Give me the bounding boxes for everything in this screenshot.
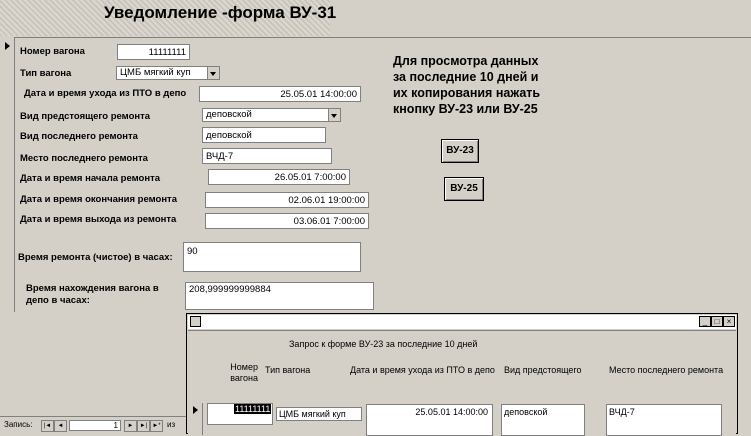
row-wagon-number[interactable]: 11111111 [207, 403, 273, 425]
repair-start-field[interactable]: 26.05.01 7:00:00 [208, 169, 350, 185]
prev-record-button[interactable]: ◄ [54, 420, 67, 432]
depot-time-field[interactable]: 208,999999999884 [185, 282, 374, 310]
note-line: за последние 10 дней и [393, 70, 539, 84]
query-subwindow: _ □ × Запрос к форме ВУ-23 за последние … [186, 313, 738, 436]
maximize-icon[interactable]: □ [711, 316, 723, 327]
col-header-departure: Дата и время ухода из ПТО в депо [350, 365, 495, 375]
col-header-wagon-number: Номер вагона [230, 362, 258, 383]
chevron-down-icon[interactable] [207, 67, 219, 79]
table-icon [190, 316, 201, 327]
next-record-button[interactable]: ► [124, 420, 137, 432]
page-title: Уведомление -форма ВУ-31 [104, 3, 337, 22]
label-depot-time: Время нахождения вагона в депо в часах: [26, 283, 159, 306]
record-navigator: Запись: |◄ ◄ 1 ► ►| ►* из [0, 416, 190, 435]
col-header-upcoming-repair: Вид предстоящего р [504, 365, 584, 375]
label-last-repair-place: Место последнего ремонта [20, 153, 148, 164]
note-line: их копирования нажать [393, 86, 541, 100]
record-selector[interactable] [0, 37, 15, 312]
label-last-repair-type: Вид последнего ремонта [20, 131, 138, 142]
label-repair-end: Дата и время окончания ремонта [20, 194, 177, 205]
wagon-number-field[interactable]: 11111111 [117, 44, 190, 60]
upcoming-repair-combo[interactable]: деповской [202, 108, 341, 122]
instruction-note: Для просмотра данных за последние 10 дне… [393, 53, 563, 117]
subwindow-body: Запрос к форме ВУ-23 за последние 10 дне… [188, 330, 736, 436]
label-net-repair-time: Время ремонта (чистое) в часах: [18, 252, 173, 263]
departure-pto-field[interactable]: 25.05.01 14:00:00 [199, 86, 361, 102]
note-line: кнопку ВУ-23 или ВУ-25 [393, 102, 538, 116]
close-icon[interactable]: × [723, 316, 735, 327]
net-repair-time-field[interactable]: 90 [183, 242, 361, 272]
label-wagon-number: Номер вагона [20, 46, 85, 57]
wagon-type-combo[interactable]: ЦМБ мягкий куп [116, 66, 220, 80]
row-wagon-number-value: 11111111 [234, 404, 272, 414]
current-record-arrow-icon [5, 42, 10, 50]
label-departure-pto: Дата и время ухода из ПТО в депо [24, 88, 187, 99]
chevron-down-icon[interactable] [328, 109, 340, 121]
label-repair-start: Дата и время начала ремонта [20, 173, 160, 184]
last-repair-type-field[interactable]: деповской [202, 127, 326, 143]
vu23-button[interactable]: ВУ-23 [441, 139, 479, 163]
first-record-button[interactable]: |◄ [41, 420, 54, 432]
repair-end-field[interactable]: 02.06.01 19:00:00 [205, 192, 369, 208]
new-record-button[interactable]: ►* [150, 420, 163, 432]
row-upcoming-repair[interactable]: деповской [501, 404, 585, 436]
record-count-label: из [167, 420, 176, 429]
label-repair-exit: Дата и время выхода из ремонта [20, 214, 177, 225]
label-upcoming-repair: Вид предстоящего ремонта [20, 111, 151, 122]
repair-exit-field[interactable]: 03.06.01 7:00:00 [205, 213, 369, 229]
current-record-field[interactable]: 1 [69, 420, 121, 431]
row-selector[interactable] [188, 403, 203, 435]
label-wagon-type: Тип вагона [20, 68, 72, 79]
minimize-icon[interactable]: _ [699, 316, 711, 327]
subwindow-title: Запрос к форме ВУ-23 за последние 10 дне… [289, 339, 478, 349]
last-record-button[interactable]: ►| [137, 420, 150, 432]
row-departure[interactable]: 25.05.01 14:00:00 [366, 404, 493, 436]
col-header-wagon-type: Тип вагона [265, 365, 311, 375]
last-repair-place-field[interactable]: ВЧД-7 [202, 148, 332, 164]
wagon-type-value: ЦМБ мягкий куп [120, 67, 191, 78]
current-row-arrow-icon [193, 406, 198, 414]
note-line: Для просмотра данных [393, 54, 539, 68]
subwindow-titlebar[interactable]: _ □ × [188, 315, 736, 329]
navigator-label: Запись: [4, 420, 33, 429]
row-last-repair-place[interactable]: ВЧД-7 [606, 404, 722, 436]
vu25-button[interactable]: ВУ-25 [444, 177, 484, 201]
upcoming-repair-value: деповской [206, 109, 252, 120]
row-wagon-type[interactable]: ЦМБ мягкий куп [276, 407, 362, 421]
col-header-last-repair-place: Место последнего ремонта [609, 365, 724, 375]
